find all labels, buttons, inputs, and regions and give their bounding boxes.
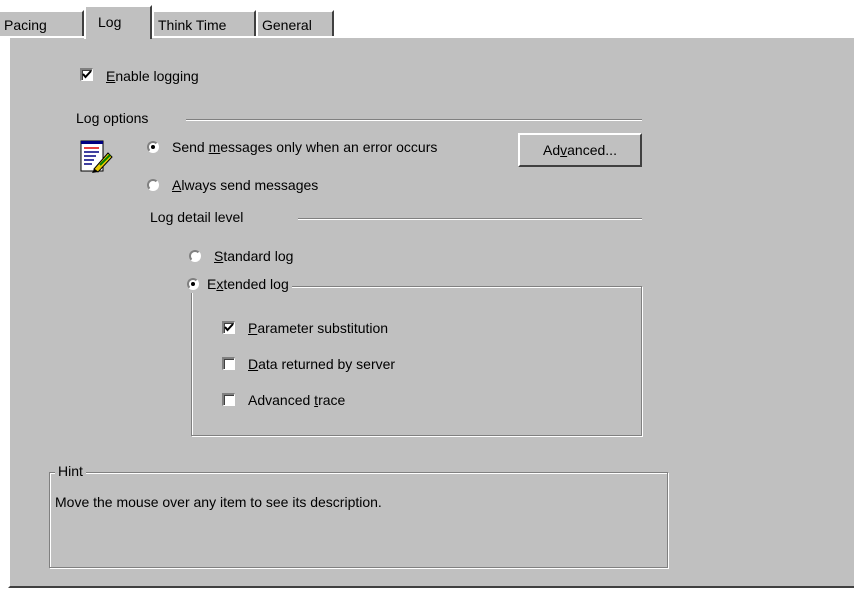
advanced-trace-label: Advanced trace — [248, 392, 346, 408]
data-returned-label: Data returned by server — [248, 356, 396, 372]
extended-log-radio-dot[interactable] — [187, 278, 199, 290]
standard-log-radio-dot[interactable] — [189, 250, 201, 262]
hint-group — [49, 472, 668, 568]
tab-pacing[interactable]: Pacing — [0, 10, 84, 36]
enable-logging-label: Enable logging — [106, 68, 199, 84]
send-on-error-label: Send messages only when an error occurs — [172, 139, 438, 155]
advanced-button[interactable]: Advanced... — [518, 133, 642, 167]
advanced-trace-check[interactable] — [222, 393, 235, 406]
standard-log-label: Standard log — [214, 248, 294, 264]
enable-logging-check[interactable] — [80, 68, 93, 81]
send-on-error-radio-dot[interactable] — [147, 141, 159, 153]
tab-label: Log — [98, 14, 122, 30]
hint-title: Hint — [55, 462, 86, 480]
extended-log-radio[interactable]: Extended log — [184, 275, 292, 293]
log-detail-divider — [298, 218, 642, 220]
parameter-substitution-check[interactable] — [222, 321, 235, 334]
parameter-substitution-label: Parameter substitution — [248, 320, 389, 336]
tab-label: Think Time — [158, 17, 227, 33]
tab-general[interactable]: General — [256, 10, 334, 36]
checkmark-icon — [224, 323, 234, 332]
tab-label: Pacing — [4, 17, 47, 33]
always-send-radio-dot[interactable] — [147, 179, 159, 191]
data-returned-check[interactable] — [222, 357, 235, 370]
tab-strip: Pacing Log Think Time General — [0, 0, 854, 39]
tab-log[interactable]: Log — [84, 5, 152, 39]
log-options-divider — [186, 119, 642, 121]
hint-text: Move the mouse over any item to see its … — [55, 494, 382, 510]
tab-think-time[interactable]: Think Time — [152, 10, 256, 36]
tab-label: General — [262, 17, 312, 33]
always-send-label: Always send messages — [172, 177, 319, 193]
log-detail-title: Log detail level — [150, 209, 244, 225]
log-tab-panel: Enable logging Log options Send messages… — [8, 36, 854, 588]
log-options-title: Log options — [76, 110, 149, 126]
log-notepad-pencil-icon — [80, 139, 114, 175]
checkmark-icon — [82, 70, 92, 79]
extended-log-label: Extended log — [207, 276, 289, 292]
